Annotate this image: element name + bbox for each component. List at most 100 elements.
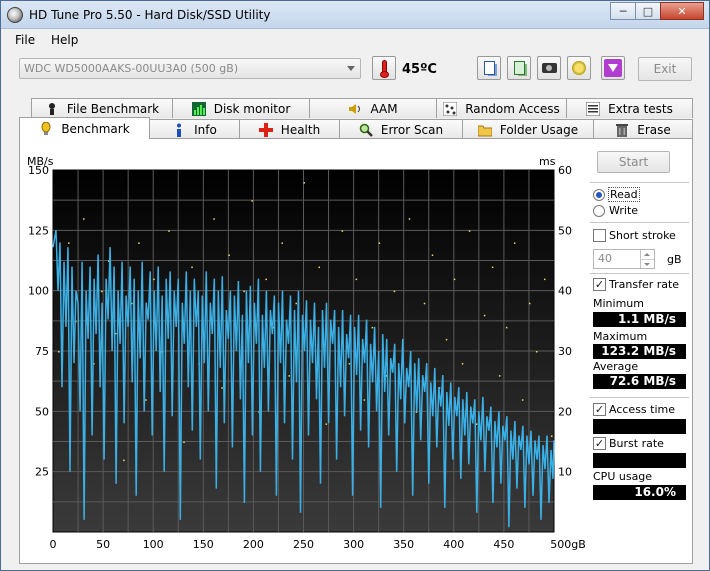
- access-time-point: [68, 242, 70, 244]
- y-tick-label: 50: [35, 405, 49, 418]
- access-time-point: [543, 278, 546, 281]
- y-tick-label: 125: [28, 224, 49, 237]
- access-time-point: [371, 326, 374, 329]
- x-tick-label: 300: [343, 538, 364, 551]
- y-tick-label: 25: [35, 466, 49, 479]
- average-value: 72.6 MB/s: [593, 374, 686, 389]
- access-time-point: [505, 326, 508, 329]
- read-radio[interactable]: [593, 189, 605, 201]
- short-stroke-value: 40: [598, 252, 612, 265]
- access-time-point: [445, 338, 448, 341]
- minimum-value: 1.1 MB/s: [593, 312, 686, 327]
- burst-rate-value: [593, 453, 686, 468]
- access-time-point: [251, 200, 253, 202]
- minimum-label: Minimum: [593, 297, 644, 310]
- access-time-point: [468, 230, 471, 232]
- access-time-point: [83, 218, 85, 220]
- access-time-point: [138, 242, 140, 244]
- burst-rate-label[interactable]: Burst rate: [609, 437, 664, 450]
- access-time-point: [483, 314, 486, 317]
- access-time-point: [303, 182, 305, 184]
- short-stroke-input[interactable]: 40: [593, 249, 655, 269]
- access-time-point: [228, 254, 230, 256]
- spin-down-icon[interactable]: [640, 259, 654, 268]
- access-time-checkbox[interactable]: ✓: [593, 403, 606, 416]
- y2-tick-label: 40: [558, 285, 572, 298]
- short-stroke-label[interactable]: Short stroke: [609, 229, 676, 242]
- x-tick-label: 500gB: [550, 538, 586, 551]
- write-label[interactable]: Write: [609, 204, 638, 217]
- access-time-label[interactable]: Access time: [609, 403, 675, 416]
- cpu-usage-value: 16.0%: [593, 485, 686, 500]
- access-time-point: [363, 399, 366, 401]
- access-time-point: [528, 302, 531, 305]
- y2-tick-label: 60: [558, 164, 572, 177]
- cpu-usage-label: CPU usage: [593, 470, 653, 483]
- average-label: Average: [593, 360, 639, 373]
- burst-rate-checkbox[interactable]: ✓: [593, 437, 606, 450]
- x-tick-label: 250: [293, 538, 314, 551]
- access-time-point: [101, 290, 103, 293]
- access-time-point: [453, 278, 456, 281]
- access-time-point: [191, 266, 193, 269]
- benchmark-icon: [41, 121, 51, 135]
- y-tick-label: 100: [28, 285, 49, 298]
- access-time-point: [288, 375, 290, 377]
- x-tick-label: 200: [243, 538, 264, 551]
- read-label[interactable]: Read: [608, 187, 640, 202]
- y2-tick-label: 20: [558, 405, 572, 418]
- tab-benchmark[interactable]: Benchmark: [19, 117, 150, 139]
- access-time-point: [325, 423, 328, 425]
- access-time-point: [145, 399, 147, 401]
- write-radio[interactable]: [593, 205, 605, 217]
- access-time-point: [153, 278, 155, 281]
- divider: [590, 182, 689, 183]
- short-stroke-unit: gB: [667, 253, 682, 266]
- access-time-point: [183, 441, 185, 443]
- transfer-rate-label[interactable]: Transfer rate: [609, 278, 679, 291]
- access-time-point: [123, 459, 125, 462]
- access-time-point: [168, 230, 170, 232]
- access-time-point: [550, 435, 553, 437]
- x-tick-label: 0: [50, 538, 57, 551]
- access-time-point: [341, 230, 344, 232]
- access-time-point: [431, 254, 434, 256]
- y-tick-label: 75: [35, 345, 49, 358]
- start-button[interactable]: Start: [597, 151, 670, 173]
- access-time-point: [295, 302, 297, 305]
- access-time-point: [318, 266, 321, 269]
- app-window: HD Tune Pro 5.50 - Hard Disk/SSD Utility…: [0, 0, 710, 571]
- access-time-point: [521, 399, 524, 401]
- maximum-value: 123.2 MB/s: [593, 344, 686, 359]
- access-time-point: [423, 302, 426, 305]
- transfer-rate-checkbox[interactable]: ✓: [593, 278, 606, 291]
- y2-tick-label: 10: [558, 466, 572, 479]
- access-time-point: [355, 278, 358, 281]
- maximum-label: Maximum: [593, 330, 648, 343]
- access-time-point: [475, 423, 478, 425]
- access-time-point: [535, 351, 538, 353]
- access-time-point: [461, 363, 464, 365]
- tab-label: Benchmark: [61, 121, 130, 136]
- access-time-point: [281, 242, 283, 244]
- x-tick-label: 100: [143, 538, 164, 551]
- divider: [590, 222, 689, 223]
- x-tick-label: 400: [443, 538, 464, 551]
- divider: [590, 397, 689, 398]
- x-tick-label: 450: [493, 538, 514, 551]
- access-time-point: [58, 351, 60, 353]
- access-time-point: [213, 218, 215, 220]
- access-time-point: [243, 290, 245, 293]
- short-stroke-checkbox[interactable]: [593, 229, 606, 242]
- x-tick-label: 150: [193, 538, 214, 551]
- y2-axis-unit-label: ms: [539, 155, 556, 168]
- access-time-point: [265, 278, 267, 281]
- spin-up-icon[interactable]: [640, 250, 654, 259]
- access-time-point: [491, 266, 494, 269]
- access-time-point: [393, 290, 396, 293]
- divider: [590, 273, 689, 274]
- access-time-point: [378, 242, 381, 244]
- y-axis-unit-label: MB/s: [27, 155, 54, 168]
- access-time-point: [408, 218, 411, 220]
- access-time-value: [593, 419, 686, 434]
